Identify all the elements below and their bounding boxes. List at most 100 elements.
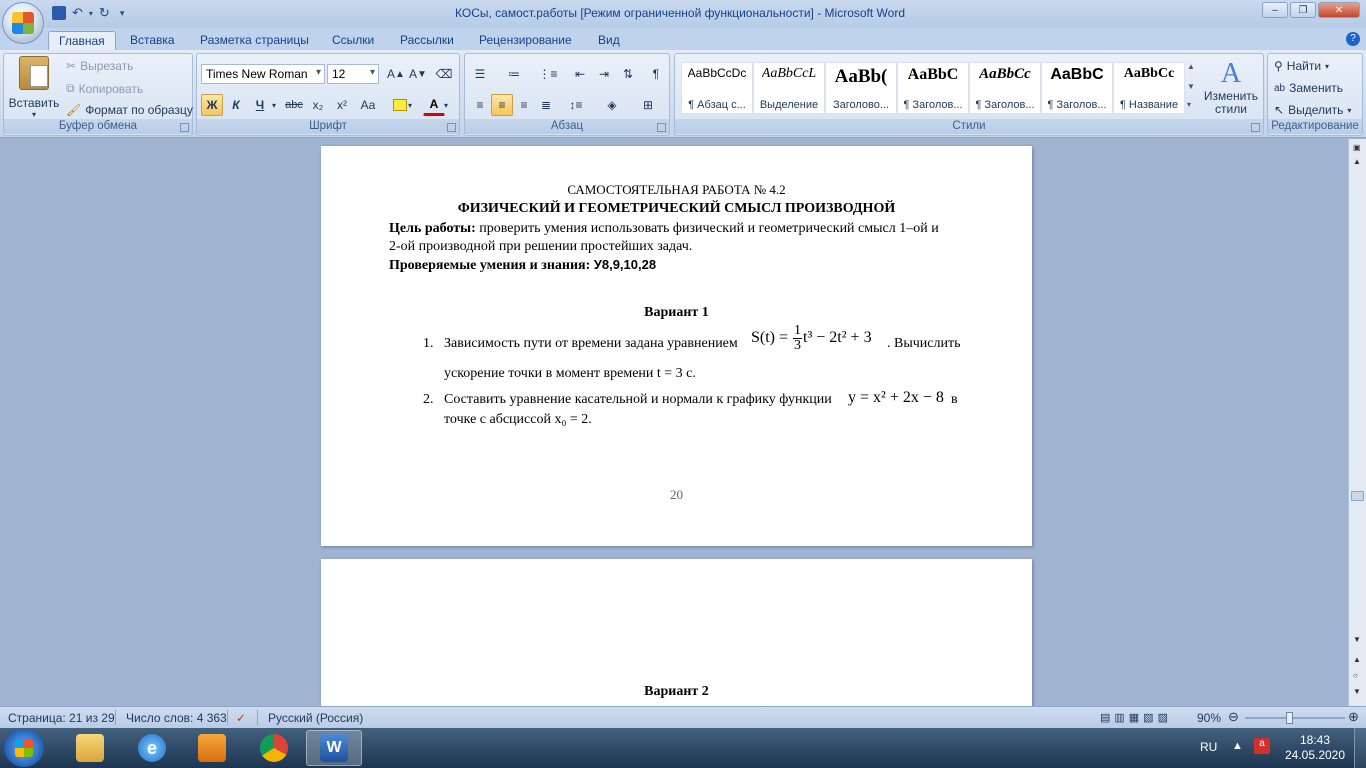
undo-icon[interactable]: ↶ [72,5,83,21]
numbering-icon[interactable]: ≔ [503,63,525,85]
paragraph-launcher-icon[interactable] [657,123,666,132]
minimize-button[interactable]: – [1262,2,1288,18]
zoom-out-icon[interactable]: ⊖ [1228,709,1239,725]
find-button[interactable]: ⚲ Найти ▾ [1274,59,1329,73]
align-center-icon[interactable]: ≡ [491,94,513,116]
tab-page-layout[interactable]: Разметка страницы [190,31,319,49]
styles-launcher-icon[interactable] [1251,123,1260,132]
pilcrow-icon[interactable]: ¶ [645,63,667,85]
increase-indent-icon[interactable]: ⇥ [593,63,615,85]
style-item[interactable]: AaBb(Заголово... [825,62,897,114]
italic-button[interactable]: К [225,94,247,116]
page-count[interactable]: Страница: 21 из 29 [8,711,115,725]
show-hidden-icons-icon[interactable]: ▲ [1232,740,1243,752]
font-launcher-icon[interactable] [447,123,456,132]
clipboard-launcher-icon[interactable] [180,123,189,132]
tab-mailings[interactable]: Рассылки [390,31,464,49]
antivirus-icon[interactable]: a [1254,738,1270,754]
underline-dropdown-icon[interactable]: ▾ [269,94,279,116]
style-item[interactable]: AaBbC ¶ Заголов... [1041,62,1113,114]
document-area[interactable]: САМОСТОЯТЕЛЬНАЯ РАБОТА № 4.2 ФИЗИЧЕСКИЙ … [0,139,1348,706]
tab-insert[interactable]: Вставка [120,31,185,49]
zoom-level[interactable]: 90% [1197,711,1221,725]
tab-review[interactable]: Рецензирование [469,31,582,49]
zoom-in-icon[interactable]: ⊕ [1348,709,1359,725]
paste-button[interactable]: Вставить ▾ [8,56,60,119]
save-icon[interactable] [52,6,66,20]
input-language[interactable]: RU [1200,740,1217,754]
document-page-2[interactable]: Вариант 2 [321,559,1032,706]
style-item[interactable]: AaBbCcL Выделение [753,62,825,114]
taskbar-word[interactable]: W [306,730,362,766]
taskbar-chrome[interactable] [246,730,302,766]
multilevel-list-icon[interactable]: ⋮≡ [537,63,559,85]
font-color-dropdown-icon[interactable]: ▾ [441,94,451,116]
select-button[interactable]: ↖ Выделить ▾ [1274,103,1351,117]
replace-button[interactable]: ab Заменить [1274,81,1343,95]
language-indicator[interactable]: Русский (Россия) [268,711,363,725]
customize-qat-icon[interactable]: ▾ [120,8,125,19]
change-styles-button[interactable]: A Изменить стили [1199,58,1263,116]
spelling-check-icon[interactable]: ✓ [236,711,246,725]
sort-icon[interactable]: ⇅ [617,63,639,85]
clear-format-icon[interactable]: ⌫ [433,63,455,85]
browse-object-icon[interactable]: ○ [1353,671,1358,680]
tab-home[interactable]: Главная [48,31,116,51]
bullets-icon[interactable]: ☰ [469,63,491,85]
undo-dropdown-icon[interactable]: ▾ [89,9,93,18]
scroll-up-icon[interactable]: ▲ [1353,157,1361,166]
strikethrough-button[interactable]: abc [283,94,305,116]
next-page-icon[interactable]: ▼ [1353,687,1361,696]
taskbar-explorer[interactable] [62,730,118,766]
vertical-scrollbar[interactable]: ▣ ▲ ▼ ▲ ○ ▼ [1348,139,1366,706]
tab-view[interactable]: Вид [588,31,630,49]
ruler-toggle-icon[interactable]: ▣ [1353,143,1361,152]
redo-icon[interactable]: ↻ [99,5,110,21]
help-icon[interactable]: ? [1346,32,1360,46]
justify-icon[interactable]: ≣ [535,94,557,116]
cut-button[interactable]: ✂ Вырезать [66,59,133,73]
subscript-button[interactable]: x₂ [307,94,329,116]
styles-more-icon[interactable]: ▾ [1187,100,1191,109]
align-right-icon[interactable]: ≡ [513,94,535,116]
style-item[interactable]: AaBbCc ¶ Название [1113,62,1185,114]
scroll-down-icon[interactable]: ▼ [1353,635,1361,644]
close-button[interactable]: ✕ [1318,2,1360,18]
clock[interactable]: 18:43 24.05.2020 [1282,733,1348,763]
align-left-icon[interactable]: ≡ [469,94,491,116]
font-size-combo[interactable]: 12 [327,64,379,84]
format-painter-button[interactable]: 🖌 Формат по образцу [66,103,193,117]
taskbar-media-player[interactable] [184,730,240,766]
style-item[interactable]: AaBbCcDc ¶ Абзац с... [681,62,753,114]
document-page[interactable]: САМОСТОЯТЕЛЬНАЯ РАБОТА № 4.2 ФИЗИЧЕСКИЙ … [321,146,1032,546]
show-desktop-button[interactable] [1354,728,1366,768]
borders-icon[interactable]: ⊞ [637,94,659,116]
tab-references[interactable]: Ссылки [322,31,384,49]
shading-icon[interactable]: ◈ [601,94,623,116]
decrease-indent-icon[interactable]: ⇤ [569,63,591,85]
zoom-slider[interactable] [1245,717,1345,719]
scroll-thumb[interactable] [1351,491,1364,501]
taskbar-ie[interactable]: e [124,730,180,766]
change-case-button[interactable]: Aa [355,94,381,116]
font-name-combo[interactable]: Times New Roman [201,64,325,84]
office-button[interactable] [2,2,44,44]
shrink-font-icon[interactable]: A ▼ [407,63,429,85]
style-item[interactable]: AaBbCc ¶ Заголов... [969,62,1041,114]
styles-scroll-down-icon[interactable]: ▼ [1187,82,1195,91]
highlight-dropdown-icon[interactable]: ▾ [405,94,415,116]
previous-page-icon[interactable]: ▲ [1353,655,1361,664]
underline-button[interactable]: Ч [249,94,271,116]
zoom-slider-knob[interactable] [1286,712,1293,724]
styles-scroll-up-icon[interactable]: ▲ [1187,62,1195,71]
maximize-button[interactable]: ❐ [1290,2,1316,18]
copy-button[interactable]: ⧉ Копировать [66,81,143,96]
line-spacing-icon[interactable]: ↕≡ [565,94,587,116]
bold-button[interactable]: Ж [201,94,223,116]
view-buttons-icon[interactable]: ▤▥▦▧▨ [1100,711,1172,724]
start-button[interactable] [4,729,44,767]
superscript-button[interactable]: x² [331,94,353,116]
word-count[interactable]: Число слов: 4 363 [126,711,227,725]
grow-font-icon[interactable]: A ▲ [385,63,407,85]
style-item[interactable]: AaBbC ¶ Заголов... [897,62,969,114]
